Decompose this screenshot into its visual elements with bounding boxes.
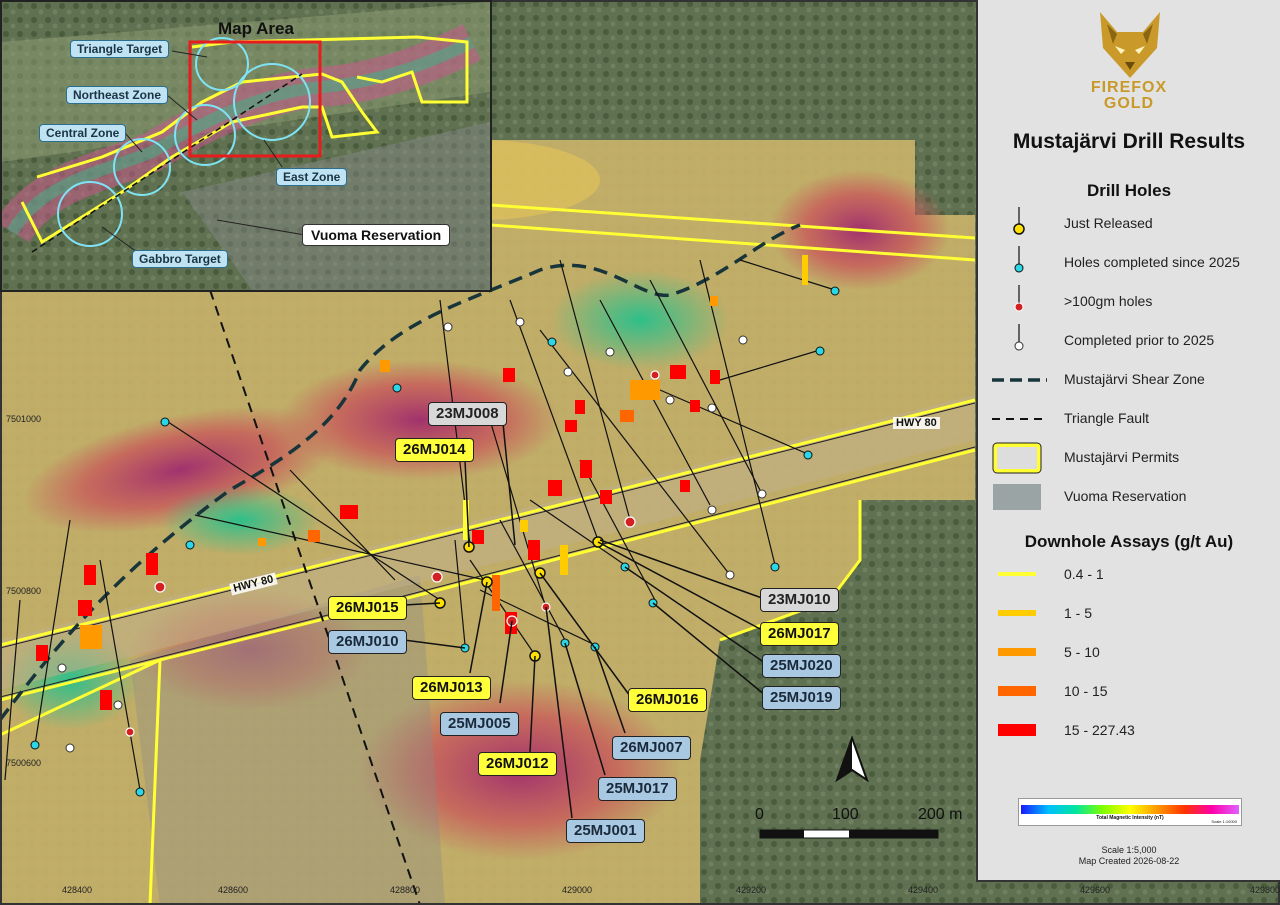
triangle-fault-icon [992,418,1047,420]
callout-26MJ016[interactable]: 26MJ016 [628,688,707,712]
north-arrow-icon [835,736,869,782]
legend-label: 5 - 10 [1064,644,1100,660]
coord-x-5: 429200 [736,885,767,895]
inset-label-triangle-target[interactable]: Triangle Target [70,40,170,58]
callout-25MJ020[interactable]: 25MJ020 [762,654,841,678]
inset-label-central-zone[interactable]: Central Zone [39,124,127,142]
coord-x-2: 428600 [218,885,249,895]
since-2025-icon [1014,246,1024,273]
shear-zone-icon [992,378,1047,382]
legend-row-assay-3: 5 - 10 [978,636,1280,670]
callout-23MJ010[interactable]: 23MJ010 [760,588,839,612]
scale-label-200: 200 m [918,806,963,823]
assay-swatch [998,648,1036,656]
callout-26MJ017[interactable]: 26MJ017 [760,622,839,646]
legend-label: Vuoma Reservation [1064,488,1187,504]
map-created: Map Created 2026-08-22 [1078,856,1180,866]
over-100gm-icon [1014,285,1024,312]
inset-label-east-zone[interactable]: East Zone [276,168,348,186]
legend-label: >100gm holes [1064,293,1153,309]
legend-label: Completed prior to 2025 [1064,332,1215,348]
assay-swatch [998,686,1036,696]
callout-26MJ013[interactable]: 26MJ013 [412,676,491,700]
colorbar-title: Total Magnetic Intensity (nT) [1096,815,1164,821]
brand-wordmark: FIREFOX GOLD [1090,79,1168,112]
callout-26MJ014[interactable]: 26MJ014 [395,438,474,462]
legend-title: Mustajärvi Drill Results [1012,130,1246,153]
prior-2025-icon [1014,324,1024,351]
callout-25MJ005[interactable]: 25MJ005 [440,712,519,736]
coord-y-3: 7500600 [6,758,42,768]
colorbar-ramp [1021,805,1239,814]
legend-label: 10 - 15 [1064,683,1108,699]
assays-heading: Downhole Assays (g/t Au) [1024,532,1234,551]
coord-x-8: 429800 [1250,885,1280,895]
inset-label-northeast-zone[interactable]: Northeast Zone [66,86,169,104]
legend-row-vuoma: Vuoma Reservation [978,480,1280,514]
legend-label: Mustajärvi Permits [1064,449,1180,465]
coord-x-7: 429600 [1080,885,1111,895]
legend-row-assay-2: 1 - 5 [978,597,1280,631]
legend-row-assay-4: 10 - 15 [978,675,1280,709]
inset-title: Map Area [218,19,294,38]
highway-label-2: HWY 80 [893,417,940,429]
drill-holes-heading: Drill Holes [1086,181,1172,200]
legend-label: 1 - 5 [1064,605,1093,621]
scale-label-100: 100 [832,806,859,823]
just-released-icon [1013,207,1025,235]
legend-row-just-released: Just Released [978,207,1280,241]
assay-swatch [998,724,1036,736]
legend-label: Mustajärvi Shear Zone [1064,371,1205,387]
coord-x-6: 429400 [908,885,939,895]
scale-label-0: 0 [755,806,764,823]
legend-label: Just Released [1064,215,1153,231]
assay-swatch [998,610,1036,616]
magnetic-colorbar: Total Magnetic Intensity (nT) Scale 1:10… [1018,798,1242,826]
coord-x-3: 428800 [390,885,421,895]
callout-26MJ012[interactable]: 26MJ012 [478,752,557,776]
legend-label: 0.4 - 1 [1064,566,1104,582]
legend-row-assay-5: 15 - 227.43 [978,714,1280,748]
legend-label: 15 - 227.43 [1064,722,1135,738]
inset-map[interactable]: Map Area Triangle Target Northeast Zone … [0,0,492,292]
coord-x-1: 428400 [62,885,93,895]
legend-row-assay-1: 0.4 - 1 [978,558,1280,592]
callout-23MJ008[interactable]: 23MJ008 [428,402,507,426]
coord-y-2: 7500800 [6,586,42,596]
legend-row-permits: Mustajärvi Permits [978,441,1280,475]
vuoma-icon [993,484,1041,510]
callout-26MJ007[interactable]: 26MJ007 [612,736,691,760]
callout-26MJ010[interactable]: 26MJ010 [328,630,407,654]
coord-y-1: 7501000 [6,414,42,424]
legend-label: Holes completed since 2025 [1064,254,1240,270]
callout-25MJ001[interactable]: 25MJ001 [566,819,645,843]
legend-row-triangle-fault: Triangle Fault [978,402,1280,436]
permit-icon [992,442,1042,474]
callout-26MJ015[interactable]: 26MJ015 [328,596,407,620]
firefox-logo-icon [1100,12,1160,78]
inset-label-gabbro-target[interactable]: Gabbro Target [132,250,228,268]
callout-25MJ019[interactable]: 25MJ019 [762,686,841,710]
coord-x-4: 429000 [562,885,593,895]
scale-bar [759,829,939,839]
legend-row-prior-2025: Completed prior to 2025 [978,324,1280,358]
assay-swatch [998,572,1036,576]
legend-row-since-2025: Holes completed since 2025 [978,246,1280,280]
scale-text: Scale 1:5,000 [1101,845,1157,855]
callout-25MJ017[interactable]: 25MJ017 [598,777,677,801]
inset-label-vuoma-reservation[interactable]: Vuoma Reservation [302,224,451,246]
legend-row-shear-zone: Mustajärvi Shear Zone [978,363,1280,397]
legend-row-over-100gm: >100gm holes [978,285,1280,319]
legend-label: Triangle Fault [1064,410,1150,426]
colorbar-scale: Scale 1:10000 [1211,819,1237,824]
legend-panel: FIREFOX GOLD Mustajärvi Drill Results Dr… [976,0,1280,882]
